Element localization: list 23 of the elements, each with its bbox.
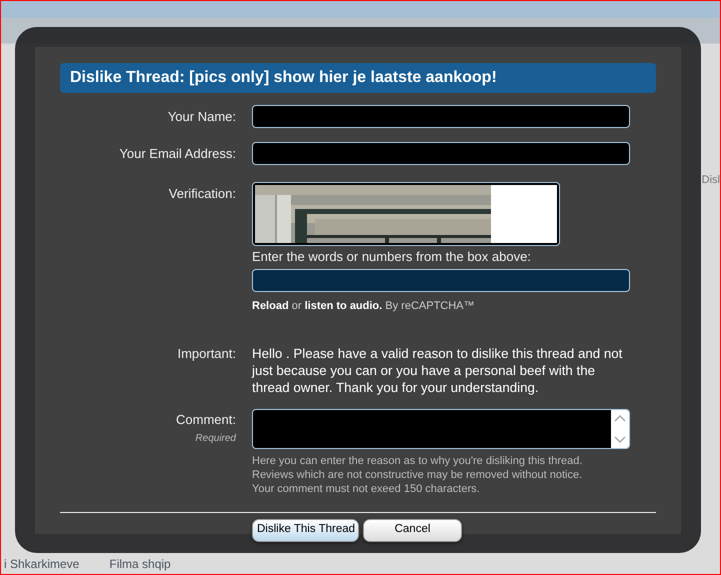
field-label: Your Name: — [166, 108, 236, 126]
dialog-title: Dislike Thread: [pics only] show hier je laatste aankoop! — [60, 63, 656, 93]
recaptcha-credit: By reCAPTCHA™ — [385, 300, 475, 312]
help-line: Reviews which are not constructive may be removed without notice. — [252, 468, 584, 482]
audio-link[interactable]: listen to audio. — [304, 300, 382, 312]
breadcrumb-link[interactable]: Filma shqip — [109, 554, 171, 572]
breadcrumb-link[interactable]: i Shkarkimeve — [4, 554, 80, 572]
field-label: Verification: — [168, 185, 236, 203]
required-hint: Required — [194, 432, 236, 446]
important-note: Hello . Please have a valid reason to dislike this thread and not just because you can or you have a personal beef with the thread owner. Thank you for your understanding. — [252, 344, 624, 396]
reload-link[interactable]: Reload — [252, 300, 289, 312]
field-label: Important: — [176, 344, 236, 362]
input-field[interactable] — [252, 142, 630, 165]
submit-button[interactable]: Dislike This Thread — [252, 518, 359, 542]
field-label: Your Email Address: — [118, 145, 236, 163]
help-line: Your comment must not exeed 150 characters. — [252, 482, 481, 496]
captcha-prompt: Enter the words or numbers from the box above: — [252, 249, 532, 265]
help-line: Here you can enter the reason as to why you're disliking this thread. — [252, 454, 584, 468]
field-label: Comment: — [175, 410, 236, 428]
cancel-button[interactable]: Cancel — [363, 518, 462, 542]
or-text: or — [292, 300, 302, 312]
captcha-input[interactable] — [252, 269, 630, 292]
input-field[interactable] — [252, 105, 630, 128]
